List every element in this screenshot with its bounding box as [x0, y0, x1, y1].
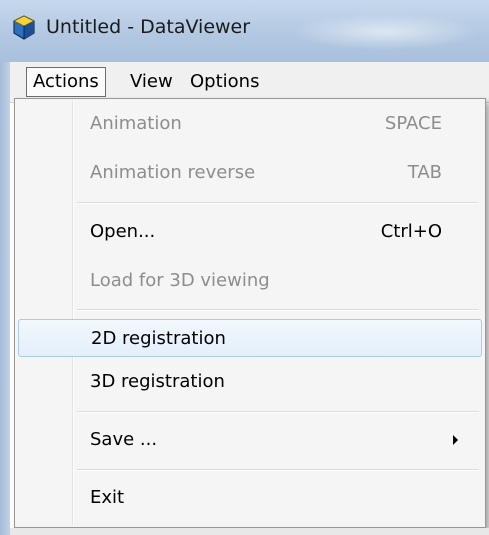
title-bar[interactable]: Untitled - DataViewer: [0, 0, 489, 63]
menu-actions[interactable]: Actions: [26, 67, 106, 97]
menu-item-label: Animation: [90, 113, 182, 134]
menu-item-load-3d[interactable]: Load for 3D viewing: [18, 262, 482, 300]
menu-item-shortcut: TAB: [407, 162, 442, 183]
menu-item-label: Load for 3D viewing: [90, 270, 270, 291]
menu-item-3d-registration[interactable]: 3D registration: [18, 363, 482, 401]
menu-item-label: Exit: [90, 487, 125, 508]
window-title: Untitled - DataViewer: [46, 16, 251, 38]
menu-bar: Actions View Options: [10, 62, 489, 103]
menu-item-animation-reverse[interactable]: Animation reverse TAB: [18, 154, 482, 192]
menu-item-label: 2D registration: [91, 328, 226, 349]
menu-view[interactable]: View: [126, 68, 177, 96]
menu-item-open[interactable]: Open... Ctrl+O: [18, 213, 482, 251]
menu-separator: [77, 309, 479, 311]
menu-item-label: Save ...: [90, 429, 158, 450]
window-background: [10, 528, 489, 535]
menu-item-shortcut: SPACE: [384, 113, 442, 134]
menu-item-exit[interactable]: Exit: [18, 479, 482, 517]
menu-item-2d-registration[interactable]: 2D registration: [18, 319, 482, 357]
app-cube-icon: [13, 15, 35, 40]
menu-separator: [77, 411, 479, 413]
actions-dropdown-menu: Animation SPACE Animation reverse TAB Op…: [14, 98, 486, 528]
menu-options[interactable]: Options: [186, 68, 263, 96]
menu-item-shortcut: Ctrl+O: [380, 221, 442, 242]
menu-item-label: Animation reverse: [90, 162, 256, 183]
title-bar-glow: [290, 14, 480, 50]
window-frame-left: [0, 62, 10, 535]
menu-item-label: Open...: [90, 221, 156, 242]
menu-separator: [77, 202, 479, 204]
menu-item-save[interactable]: Save ...: [18, 421, 482, 459]
menu-separator: [77, 469, 479, 471]
menu-item-animation[interactable]: Animation SPACE: [18, 105, 482, 143]
chevron-right-icon: [453, 435, 458, 445]
menu-item-label: 3D registration: [90, 371, 225, 392]
